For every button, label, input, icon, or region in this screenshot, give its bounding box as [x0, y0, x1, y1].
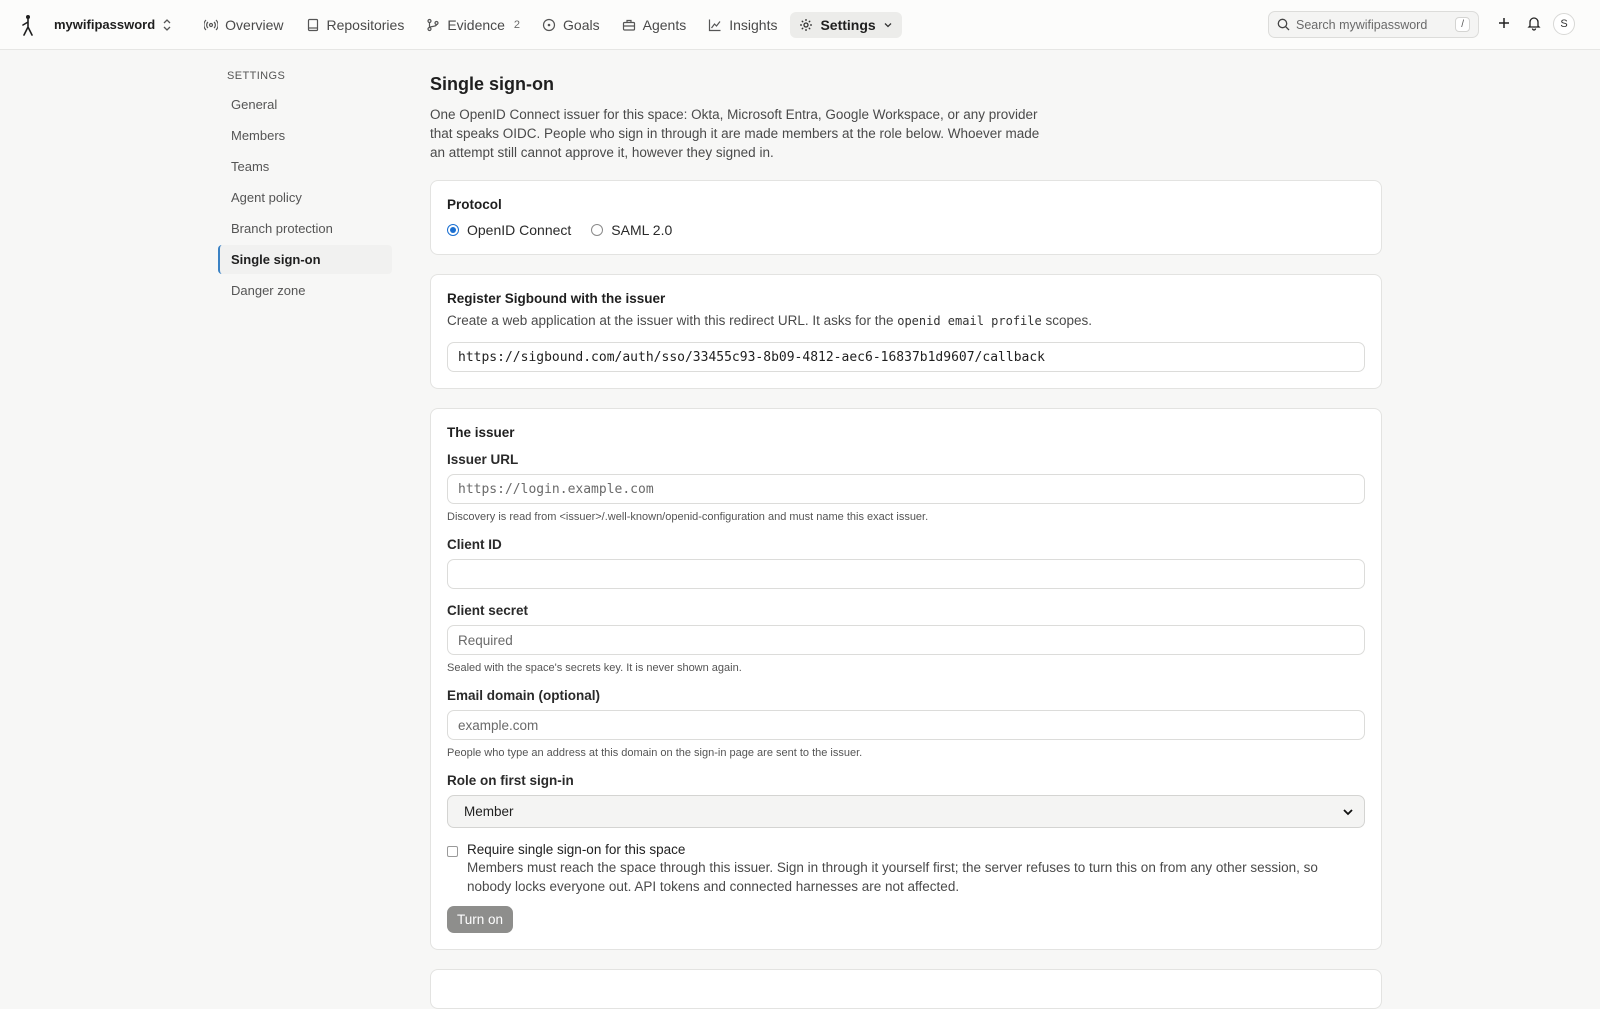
sidebar-heading: Settings [227, 70, 286, 82]
page-description: One OpenID Connect issuer for this space… [430, 107, 1040, 160]
require-sso-title[interactable]: Require single sign-on for this space [467, 842, 1357, 857]
nav-goals[interactable]: Goals [533, 12, 609, 38]
sidebar-item-teams[interactable]: Teams [218, 152, 392, 181]
sidebar-item-branch-protection[interactable]: Branch protection [218, 214, 392, 243]
nav-agents-label: Agents [642, 16, 687, 33]
register-desc-tail: scopes. [1045, 313, 1093, 328]
sidebar-item-danger-zone[interactable]: Danger zone [218, 276, 392, 305]
issuer-title: The issuer [447, 425, 515, 440]
nav-evidence[interactable]: Evidence 2 [417, 12, 529, 38]
register-desc-text: Create a web application at the issuer w… [447, 313, 894, 328]
role-select-value: Member [464, 804, 514, 819]
logo-icon[interactable] [18, 13, 38, 37]
chevron-down-icon [1343, 808, 1353, 815]
protocol-card: Protocol OpenID Connect SAML 2.0 [430, 180, 1382, 255]
briefcase-icon [622, 19, 635, 31]
require-sso-checkbox[interactable] [447, 846, 458, 857]
book-icon [307, 18, 318, 31]
register-description: Create a web application at the issuer w… [447, 313, 1365, 328]
redirect-url-field[interactable]: https://sigbound.com/auth/sso/33455c93-8… [447, 342, 1365, 372]
client-secret-input[interactable] [447, 625, 1365, 655]
broadcast-icon [204, 19, 219, 30]
issuer-url-label: Issuer URL [447, 452, 519, 467]
client-secret-label: Client secret [447, 603, 529, 618]
settings-sidebar: Settings General Members Teams Agent pol… [218, 70, 392, 307]
radio-saml[interactable] [591, 224, 604, 236]
space-name[interactable]: mywifipassword [54, 17, 155, 32]
role-label: Role on first sign-in [447, 773, 574, 788]
avatar[interactable]: S [1553, 13, 1575, 35]
nav-repositories-label: Repositories [326, 16, 405, 33]
git-branch-icon [427, 18, 439, 31]
register-title: Register Sigbound with the issuer [447, 291, 666, 306]
chart-line-icon [709, 19, 721, 31]
evidence-count-badge: 2 [513, 18, 521, 31]
issuer-card: The issuer Issuer URL Discovery is read … [430, 408, 1382, 950]
nav-insights-label: Insights [729, 16, 778, 33]
nav-agents[interactable]: Agents [613, 12, 696, 38]
email-domain-input[interactable] [447, 710, 1365, 740]
nav-evidence-label: Evidence [447, 16, 505, 33]
plus-icon[interactable] [1496, 15, 1512, 31]
issuer-url-hint: Discovery is read from <issuer>/.well-kn… [447, 511, 929, 523]
nav-repositories[interactable]: Repositories [297, 12, 414, 38]
search-box[interactable]: Search mywifipassword / [1268, 11, 1479, 38]
bell-icon[interactable] [1526, 15, 1542, 31]
nav-insights[interactable]: Insights [699, 12, 786, 38]
chevron-down-icon [884, 22, 892, 27]
sidebar-item-single-sign-on[interactable]: Single sign-on [218, 245, 392, 274]
turn-on-button[interactable]: Turn on [447, 906, 514, 933]
nav-settings[interactable]: Settings [790, 11, 902, 38]
main-nav: Overview Repositories Evidence 2 Goals A… [195, 11, 902, 38]
nav-overview-label: Overview [225, 16, 284, 33]
search-icon [1277, 18, 1290, 31]
page-title: Single sign-on [430, 74, 554, 94]
sidebar-item-members[interactable]: Members [218, 121, 392, 150]
issuer-url-input[interactable] [447, 474, 1365, 504]
main-content: Single sign-on One OpenID Connect issuer… [430, 74, 1382, 1009]
chevron-updown-icon[interactable] [161, 18, 173, 32]
search-placeholder: Search mywifipassword [1296, 17, 1428, 32]
client-secret-hint: Sealed with the space's secrets key. It … [447, 662, 742, 674]
next-card [430, 969, 1382, 1009]
protocol-title: Protocol [447, 197, 502, 212]
role-select[interactable]: Member [447, 795, 1365, 828]
sidebar-item-general[interactable]: General [218, 90, 392, 119]
protocol-options: OpenID Connect SAML 2.0 [447, 222, 1365, 238]
require-sso-description: Members must reach the space through thi… [467, 860, 1318, 894]
radio-openid-connect[interactable] [447, 224, 459, 236]
nav-overview[interactable]: Overview [195, 12, 292, 38]
gear-icon [800, 18, 813, 31]
scopes-code: openid email profile [897, 314, 1042, 328]
sidebar-item-agent-policy[interactable]: Agent policy [218, 183, 392, 212]
nav-goals-label: Goals [563, 16, 600, 33]
search-shortcut-key: / [1455, 17, 1470, 32]
radio-openid-connect-label[interactable]: OpenID Connect [467, 222, 571, 238]
nav-settings-label: Settings [820, 16, 876, 33]
register-card: Register Sigbound with the issuer Create… [430, 274, 1382, 389]
radio-saml-label[interactable]: SAML 2.0 [611, 222, 672, 238]
client-id-label: Client ID [447, 537, 502, 552]
client-id-input[interactable] [447, 559, 1365, 589]
target-icon [542, 18, 556, 31]
email-domain-hint: People who type an address at this domai… [447, 747, 863, 759]
top-bar: mywifipassword Overview Repositories Evi… [0, 0, 1600, 50]
email-domain-label: Email domain (optional) [447, 688, 601, 703]
require-sso-row: Require single sign-on for this space Me… [447, 842, 1365, 896]
